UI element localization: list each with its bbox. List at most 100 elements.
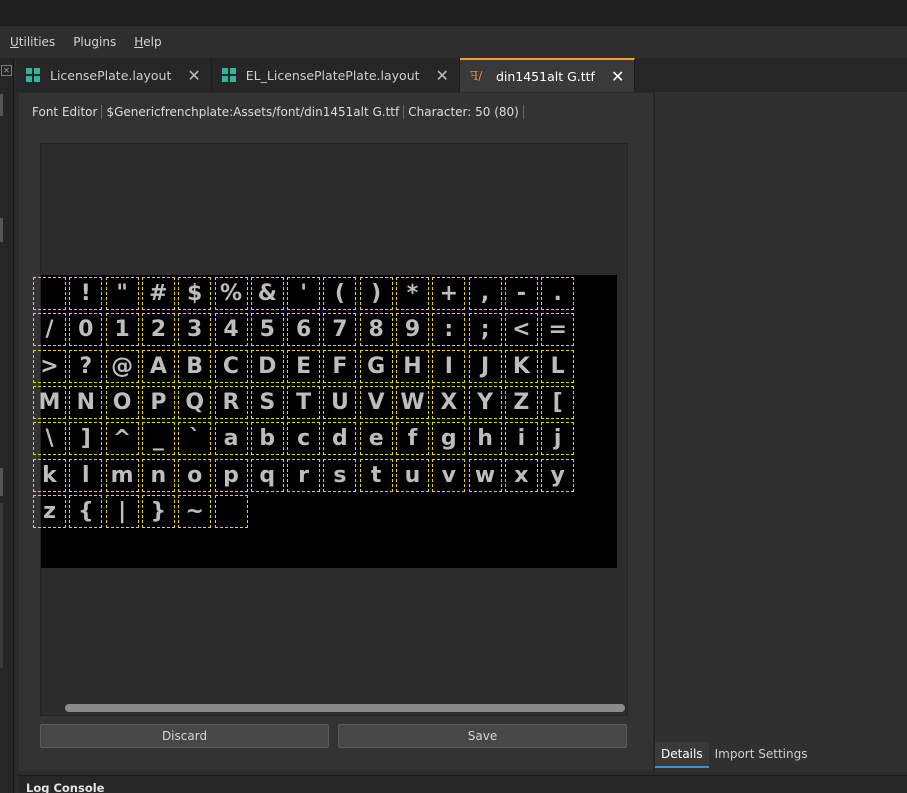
glyph-cell[interactable]: ( xyxy=(323,277,357,310)
glyph-cell[interactable]: \ xyxy=(33,422,66,456)
menu-utilities[interactable]: Utilities xyxy=(10,35,55,49)
glyph-cell[interactable]: P xyxy=(141,385,175,419)
glyph-cell[interactable]: G xyxy=(359,349,393,383)
glyph-cell[interactable]: . xyxy=(541,277,575,310)
glyph-cell[interactable]: K xyxy=(504,349,538,383)
save-button[interactable]: Save xyxy=(338,724,627,748)
menu-help[interactable]: Help xyxy=(134,35,161,49)
horizontal-scrollbar[interactable] xyxy=(65,704,625,712)
font-atlas-viewport[interactable]: ! " # $% & '() * +, -. /0 1 2 3 4 5 6 7 8 9:; < = >? @ A B C D E F G H… xyxy=(33,143,628,716)
glyph-cell[interactable]: ! xyxy=(69,277,103,310)
glyph-cell[interactable]: Q xyxy=(178,385,212,419)
glyph-cell[interactable]: w xyxy=(468,458,502,492)
discard-button[interactable]: Discard xyxy=(40,724,329,748)
breadcrumb-path[interactable]: $Genericfrenchplate:Assets/font/din1451a… xyxy=(102,105,405,119)
glyph-cell[interactable]: ~ xyxy=(178,494,212,528)
glyph-cell[interactable]: - xyxy=(504,277,538,310)
glyph-cell[interactable]: % xyxy=(214,277,248,310)
glyph-cell[interactable]: ? xyxy=(69,349,103,383)
menu-plugins[interactable]: Plugins xyxy=(73,35,116,49)
glyph-cell[interactable]: h xyxy=(468,422,502,456)
glyph-cell[interactable]: j xyxy=(541,422,575,456)
glyph-cell[interactable]: _ xyxy=(141,422,175,456)
glyph-cell[interactable]: , xyxy=(468,277,502,310)
glyph-cell[interactable]: x xyxy=(504,458,538,492)
breadcrumb-editor[interactable]: Font Editor xyxy=(29,105,103,119)
glyph-cell[interactable]: ; xyxy=(468,313,502,347)
glyph-cell[interactable]: W xyxy=(396,385,429,419)
glyph-cell[interactable]: * xyxy=(396,277,429,310)
glyph-cell[interactable] xyxy=(214,494,248,528)
glyph-cell[interactable]: V xyxy=(359,385,393,419)
glyph-cell[interactable]: 7 xyxy=(323,313,357,347)
tab-din1451alt-ttf[interactable]: ꟻ/ din1451alt G.ttf ✕ xyxy=(459,58,636,92)
tab-licenseplate-layout[interactable]: LicensePlate.layout ✕ xyxy=(16,58,212,92)
glyph-cell[interactable]: T xyxy=(287,385,321,419)
glyph-cell[interactable]: 9 xyxy=(396,313,429,347)
glyph-cell[interactable]: } xyxy=(141,494,175,528)
glyph-cell[interactable]: ' xyxy=(287,277,321,310)
close-icon[interactable]: ✕ xyxy=(1,65,12,76)
glyph-cell[interactable]: " xyxy=(105,277,139,310)
glyph-cell[interactable]: t xyxy=(359,458,393,492)
glyph-cell[interactable]: N xyxy=(69,385,103,419)
scrollbar-thumb[interactable] xyxy=(65,704,625,712)
glyph-cell[interactable]: S xyxy=(250,385,284,419)
glyph-cell[interactable]: U xyxy=(323,385,357,419)
glyph-cell[interactable]: R xyxy=(214,385,248,419)
close-icon[interactable]: ✕ xyxy=(187,66,200,85)
glyph-cell[interactable]: d xyxy=(323,422,357,456)
glyph-cell[interactable]: s xyxy=(323,458,357,492)
glyph-cell[interactable]: [ xyxy=(541,385,575,419)
tab-el-licenseplateplate-layout[interactable]: EL_LicensePlatePlate.layout ✕ xyxy=(212,58,460,92)
glyph-cell[interactable]: & xyxy=(250,277,284,310)
glyph-cell[interactable]: > xyxy=(33,349,66,383)
glyph-cell[interactable]: 8 xyxy=(359,313,393,347)
glyph-cell[interactable]: e xyxy=(359,422,393,456)
glyph-cell[interactable]: 2 xyxy=(141,313,175,347)
glyph-cell[interactable]: l xyxy=(69,458,103,492)
glyph-cell[interactable]: # xyxy=(141,277,175,310)
glyph-cell[interactable]: n xyxy=(141,458,175,492)
glyph-cell[interactable]: $ xyxy=(178,277,212,310)
glyph-cell[interactable]: i xyxy=(504,422,538,456)
glyph-cell[interactable]: C xyxy=(214,349,248,383)
glyph-cell[interactable]: @ xyxy=(105,349,139,383)
log-console-header[interactable]: Log Console xyxy=(18,775,907,793)
glyph-cell[interactable]: y xyxy=(541,458,575,492)
glyph-cell[interactable]: 3 xyxy=(178,313,212,347)
glyph-cell[interactable]: + xyxy=(432,277,466,310)
glyph-cell[interactable]: a xyxy=(214,422,248,456)
glyph-cell[interactable]: | xyxy=(105,494,139,528)
glyph-cell[interactable]: b xyxy=(250,422,284,456)
glyph-cell[interactable]: O xyxy=(105,385,139,419)
glyph-cell[interactable]: Y xyxy=(468,385,502,419)
glyph-cell[interactable]: 5 xyxy=(250,313,284,347)
glyph-cell[interactable]: c xyxy=(287,422,321,456)
glyph-cell[interactable]: J xyxy=(468,349,502,383)
glyph-cell[interactable]: m xyxy=(105,458,139,492)
tab-details[interactable]: Details xyxy=(655,742,709,768)
glyph-cell[interactable]: p xyxy=(214,458,248,492)
glyph-cell[interactable]: = xyxy=(541,313,575,347)
glyph-cell[interactable]: E xyxy=(287,349,321,383)
glyph-cell[interactable]: Z xyxy=(504,385,538,419)
glyph-cell[interactable]: q xyxy=(250,458,284,492)
glyph-cell[interactable]: M xyxy=(33,385,66,419)
glyph-cell[interactable]: ] xyxy=(69,422,103,456)
glyph-cell[interactable]: I xyxy=(432,349,466,383)
glyph-cell[interactable]: z xyxy=(33,494,66,528)
glyph-cell[interactable]: B xyxy=(178,349,212,383)
glyph-cell[interactable] xyxy=(33,277,66,310)
glyph-cell[interactable]: H xyxy=(396,349,429,383)
glyph-cell[interactable]: L xyxy=(541,349,575,383)
glyph-cell[interactable]: ) xyxy=(359,277,393,310)
glyph-cell[interactable]: 6 xyxy=(287,313,321,347)
glyph-cell[interactable]: F xyxy=(323,349,357,383)
glyph-cell[interactable]: o xyxy=(178,458,212,492)
glyph-cell[interactable]: D xyxy=(250,349,284,383)
glyph-cell[interactable]: A xyxy=(141,349,175,383)
glyph-cell[interactable]: ^ xyxy=(105,422,139,456)
glyph-cell[interactable]: f xyxy=(396,422,429,456)
glyph-cell[interactable]: g xyxy=(432,422,466,456)
